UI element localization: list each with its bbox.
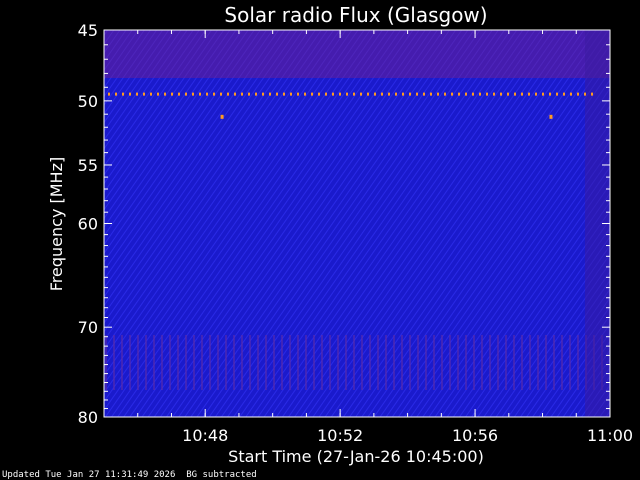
updated-timestamp: Updated Tue Jan 27 11:31:49 2026 (2, 470, 176, 480)
x-tick-label: 10:48 (182, 426, 228, 445)
bg-note: BG subtracted (186, 470, 257, 480)
spectrogram-top-band (104, 30, 610, 78)
plot-area (103, 29, 611, 418)
x-axis-label: Start Time (27-Jan-26 10:45:00) (228, 447, 484, 466)
burst-spot (549, 114, 553, 119)
spectrogram-lower-band (104, 335, 610, 390)
y-tick-label: 60 (78, 215, 98, 234)
y-tick-label: 55 (78, 156, 98, 175)
x-tick-label: 10:56 (452, 426, 498, 445)
y-tick-label: 50 (78, 92, 98, 111)
y-tick-label: 70 (78, 318, 98, 337)
chart: Solar radio Flux (Glasgow) 455055607080 … (47, 3, 633, 466)
burst-spot (220, 114, 224, 119)
chart-title: Solar radio Flux (Glasgow) (224, 3, 487, 27)
y-tick-label: 80 (78, 408, 98, 427)
footer: Updated Tue Jan 27 11:31:49 2026 BG subt… (2, 470, 257, 480)
x-tick-label: 11:00 (587, 426, 633, 445)
y-tick-label: 45 (78, 21, 98, 40)
x-tick-label: 10:52 (317, 426, 363, 445)
y-axis-label: Frequency [MHz] (47, 157, 66, 291)
